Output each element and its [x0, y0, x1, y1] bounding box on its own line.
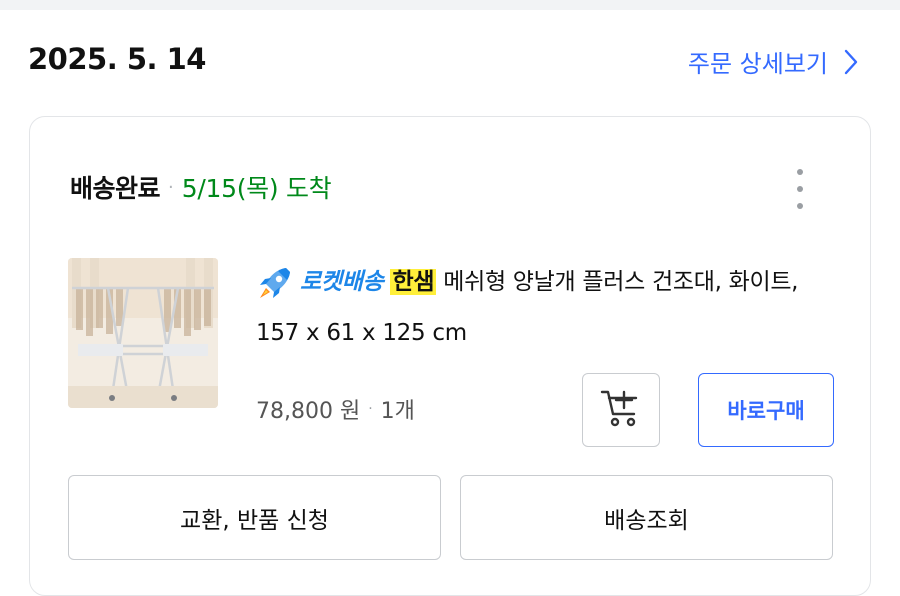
order-card: 배송완료 · 5/15(목) 도착 로켓배송 한샘 메쉬형 양날개 플러스 건조…: [29, 116, 871, 596]
price-separator: ·: [368, 401, 373, 417]
status-separator: ·: [168, 176, 174, 198]
cart-add-icon: [600, 388, 642, 432]
product-price: 78,800 원: [256, 399, 361, 424]
rocket-icon: [256, 264, 294, 302]
rocket-delivery-badge: 로켓배송: [300, 269, 384, 295]
product-image[interactable]: [68, 258, 218, 408]
price-row: 78,800 원 · 1개: [256, 393, 415, 425]
product-brand: 한샘: [390, 269, 437, 295]
product-quantity: 1개: [380, 399, 415, 424]
shipment-status-row: 배송완료 · 5/15(목) 도착: [70, 169, 332, 205]
order-date: 2025. 5. 14: [28, 42, 206, 76]
more-options-icon[interactable]: [790, 169, 810, 209]
order-detail-label: 주문 상세보기: [687, 50, 828, 78]
order-detail-link[interactable]: 주문 상세보기: [688, 44, 858, 79]
exchange-return-button[interactable]: 교환, 반품 신청: [68, 475, 441, 560]
add-to-cart-button[interactable]: [582, 373, 660, 447]
top-divider: [0, 0, 900, 10]
arrival-date: 5/15(목) 도착: [181, 174, 332, 203]
chevron-right-icon: [844, 49, 858, 75]
shipment-status: 배송완료: [70, 174, 161, 203]
buy-now-button[interactable]: 바로구매: [698, 373, 834, 447]
tracking-button[interactable]: 배송조회: [460, 475, 833, 560]
product-title[interactable]: 로켓배송 한샘 메쉬형 양날개 플러스 건조대, 화이트, 157 x 61 x…: [256, 257, 826, 359]
